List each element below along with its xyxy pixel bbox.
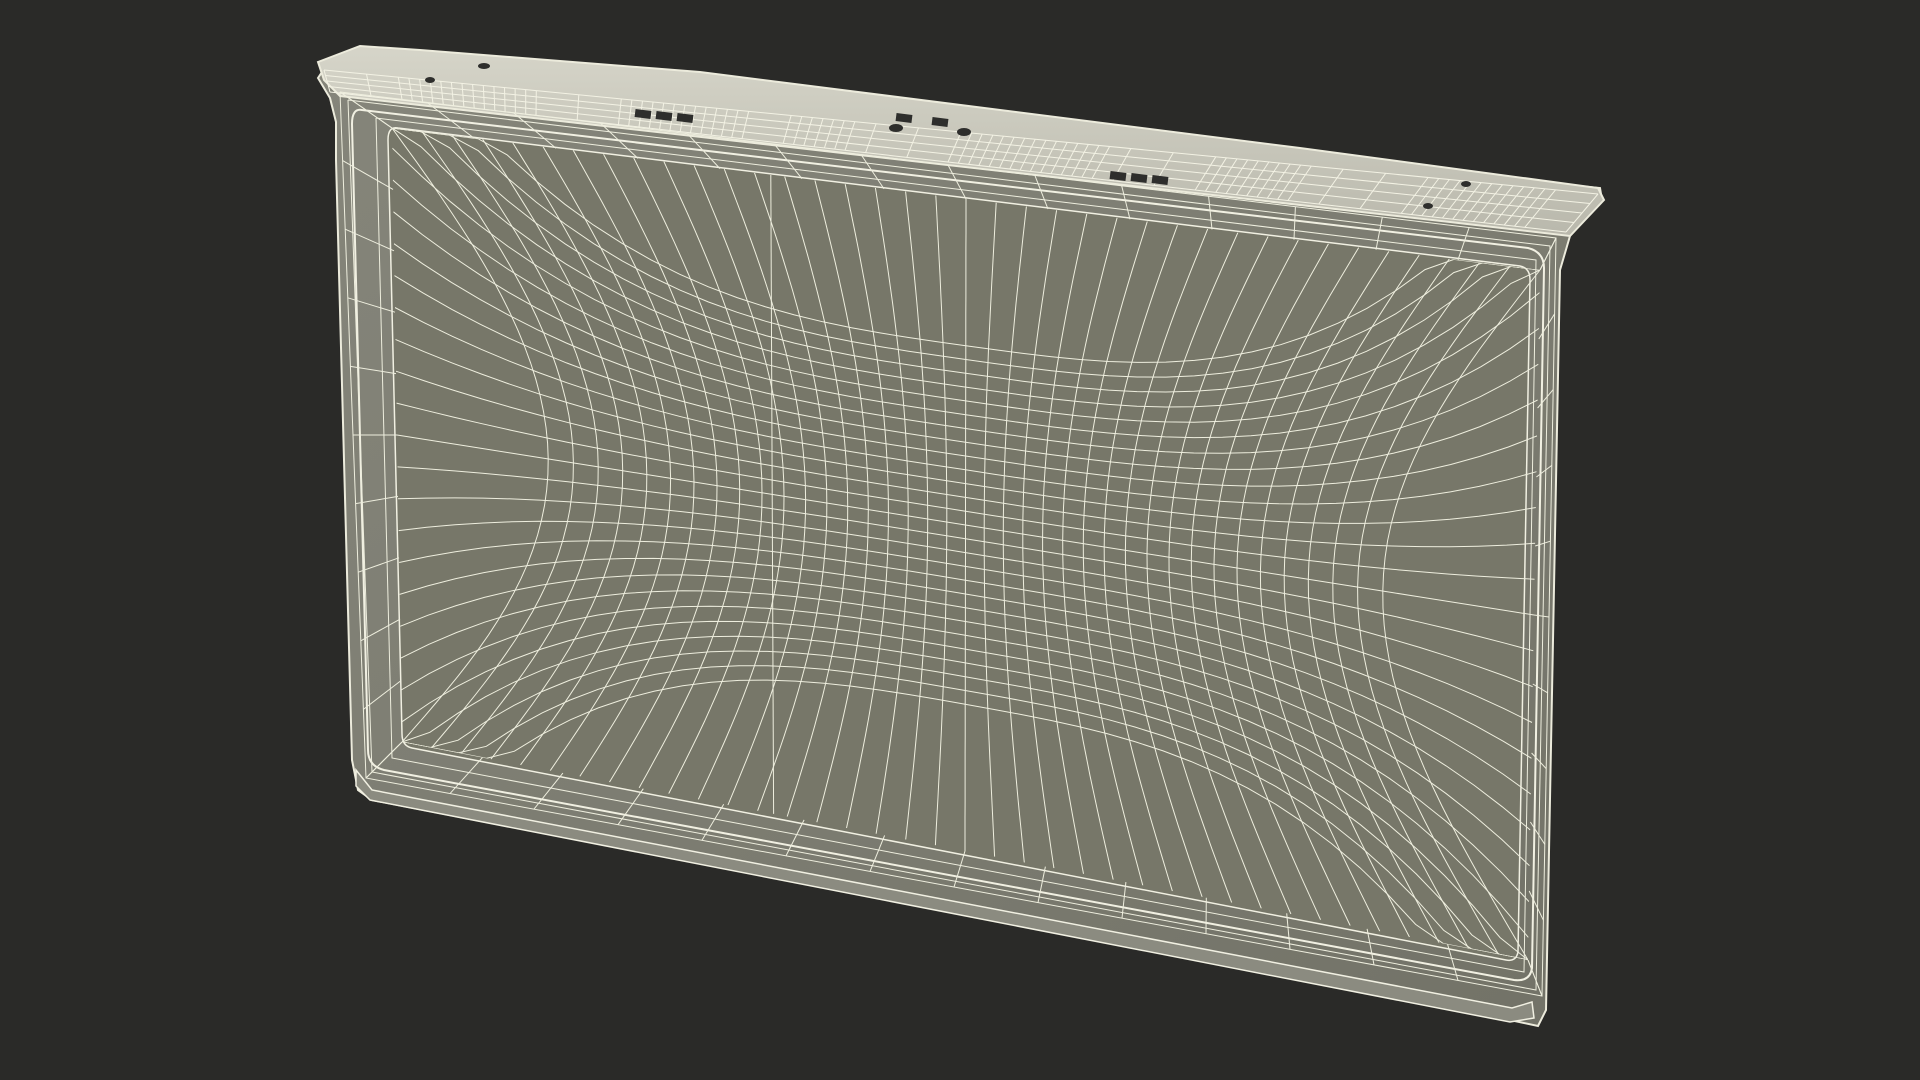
render-viewport <box>0 0 1920 1080</box>
wireframe-render <box>316 44 1606 1028</box>
top-edge-cross <box>504 87 506 112</box>
